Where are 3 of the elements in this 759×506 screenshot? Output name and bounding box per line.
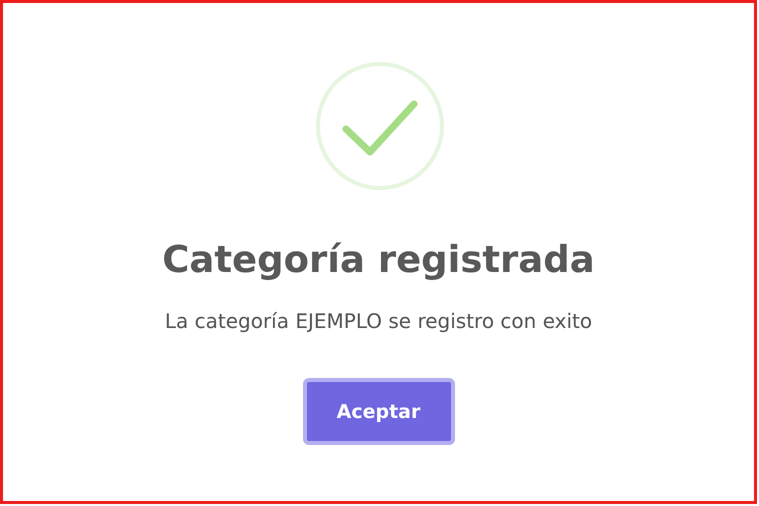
dialog-title: Categoría registrada xyxy=(162,238,595,282)
dialog-message: La categoría EJEMPLO se registro con exito xyxy=(164,308,592,334)
accept-button[interactable]: Aceptar xyxy=(302,378,454,446)
